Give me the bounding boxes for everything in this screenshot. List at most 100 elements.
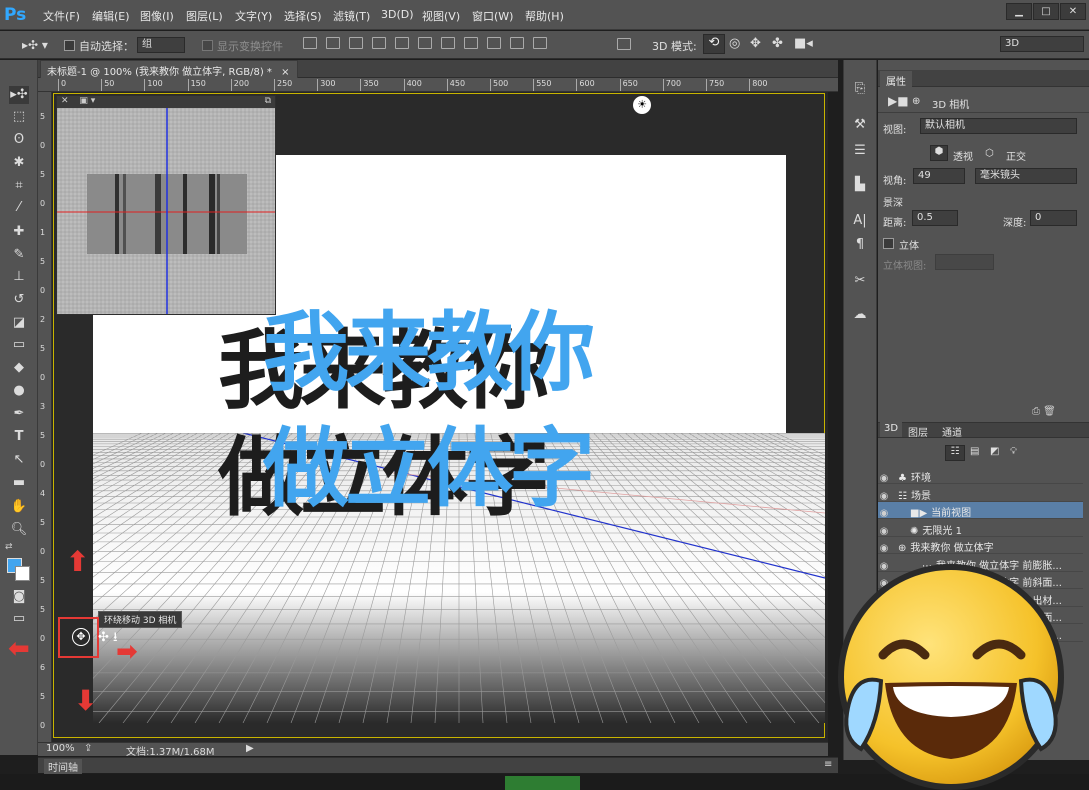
menu-filter[interactable]: 滤镜(T) [333,8,370,24]
stereo-view-dropdown[interactable] [935,254,994,270]
shape-tool-icon[interactable]: ▬ [9,474,29,492]
status-share-icon[interactable]: ⇪ [84,743,92,754]
menu-3d[interactable]: 3D(D) [381,8,414,21]
history-panel-icon[interactable]: ⎘ [850,80,870,98]
perspective-label[interactable]: 透视 [953,148,973,163]
lasso-tool-icon[interactable]: ʘ [9,131,29,149]
distribute-vcenter-icon[interactable] [464,37,478,49]
brush-tool-icon[interactable]: ✎ [9,246,29,264]
align-left-icon[interactable] [372,37,386,49]
distribute-left-icon[interactable] [510,37,524,49]
healing-brush-tool-icon[interactable]: ✚ [9,223,29,241]
timeline-menu-icon[interactable]: ≡ [824,759,832,770]
menu-file[interactable]: 文件(F) [43,8,80,24]
3d-text-line2[interactable]: 做立体字 [263,398,595,523]
eyedropper-tool-icon[interactable]: ⁄ [9,199,29,217]
whole-scene-filter-icon[interactable]: ☷ [945,445,965,461]
timeline-panel-bar[interactable]: 时间轴 ≡ [38,757,838,774]
character-panel-icon[interactable]: A| [850,212,870,230]
history-brush-tool-icon[interactable]: ↺ [9,291,29,309]
roll-3d-icon[interactable]: ◎ [729,36,740,51]
visibility-eye-icon[interactable]: ◉ [878,543,890,554]
hand-tool-icon[interactable]: ✋ [9,498,29,516]
dodge-tool-icon[interactable]: ● [9,382,29,400]
align-top-icon[interactable] [303,37,317,49]
visibility-eye-icon[interactable]: ◉ [878,491,890,502]
marquee-tool-icon[interactable]: ⬚ [9,108,29,126]
secondary-view-close-icon[interactable]: ✕ [61,96,69,106]
move-tool-icon[interactable]: ▸✣ [9,86,29,104]
magic-wand-tool-icon[interactable]: ✱ [9,154,29,172]
orthographic-icon[interactable]: ⬡ [985,148,994,159]
screen-mode-icon[interactable]: ▭ [9,610,29,628]
3d-text-line1[interactable]: 我来教你 [263,282,595,407]
menu-layer[interactable]: 图层(L) [186,8,223,24]
menu-type[interactable]: 文字(Y) [235,8,272,24]
lens-unit-dropdown[interactable]: 毫米镜头 [975,168,1077,184]
align-hcenter-icon[interactable] [395,37,409,49]
adjustments-icon[interactable]: ☰ [850,142,870,160]
type-tool-icon[interactable]: T [9,428,29,446]
menu-image[interactable]: 图像(I) [140,8,174,24]
maximize-button[interactable]: □ [1033,3,1059,20]
minimize-button[interactable]: ▁ [1006,3,1032,20]
menu-select[interactable]: 选择(S) [284,8,322,24]
distance-input[interactable]: 0.5 [912,210,958,226]
show-transform-checkbox[interactable] [202,40,213,51]
path-select-tool-icon[interactable]: ↖ [9,451,29,469]
distribute-bottom-icon[interactable] [487,37,501,49]
auto-select-checkbox[interactable] [64,40,75,51]
menu-window[interactable]: 窗口(W) [472,8,513,24]
document-tab-close-icon[interactable]: × [281,67,289,78]
pan-camera-icon[interactable]: ✣ ⭳ [98,628,118,650]
pen-tool-icon[interactable]: ✒ [9,405,29,423]
align-bottom-icon[interactable] [349,37,363,49]
slide-3d-icon[interactable]: ✤ [772,36,783,51]
orthographic-label[interactable]: 正交 [1006,148,1026,163]
orbit-camera-icon[interactable]: ✥ [72,628,90,646]
mesh-filter-icon[interactable]: ▤ [970,446,979,457]
light-filter-icon[interactable]: 💡︎ [1010,446,1017,457]
clone-stamp-tool-icon[interactable]: ⊥ [9,268,29,286]
blur-tool-icon[interactable]: ◆ [9,359,29,377]
distribute-hcenter-icon[interactable] [533,37,547,49]
view-dropdown[interactable]: 默认相机 [920,118,1077,134]
visibility-eye-icon[interactable]: ◉ [878,473,890,484]
visibility-eye-icon[interactable]: ◉ [878,508,890,519]
background-color-swatch[interactable] [15,566,30,581]
move-tool-preset-icon[interactable]: ▸✣ ▾ [22,38,48,52]
depth-input[interactable]: 0 [1030,210,1077,226]
perspective-icon[interactable]: ⬢ [930,145,948,161]
eraser-tool-icon[interactable]: ◪ [9,314,29,332]
close-window-button[interactable]: ✕ [1060,3,1086,20]
secondary-view-menu-icon[interactable]: ▣ ▾ [79,96,95,106]
properties-footer-icon[interactable]: ⎙ 🗑︎ [1032,406,1056,417]
scene-row[interactable]: ◉ ☷ 场景 [878,485,1083,502]
secondary-view-swap-icon[interactable]: ⧉ [265,96,271,106]
tool-presets-icon[interactable]: ⚒ [850,116,870,134]
scene-row[interactable]: ◉ ♣ 环境 [878,467,1083,484]
zoom-level[interactable]: 100% [46,743,75,754]
light-widget-icon[interactable]: ☀ [633,96,651,114]
pan-3d-icon[interactable]: ✥ [750,36,761,51]
properties-tab[interactable]: 属性 [880,71,912,88]
material-filter-icon[interactable]: ◩ [990,446,999,457]
menu-help[interactable]: 帮助(H) [525,8,564,24]
quick-mask-icon[interactable]: ◙ [9,588,29,606]
scale-3d-icon[interactable]: ■◂ [794,36,813,51]
fov-input[interactable]: 49 [913,168,965,184]
scene-row[interactable]: ◉ ⊕ 我来教你 做立体字 [878,537,1083,554]
timeline-tab[interactable]: 时间轴 [44,759,82,774]
menu-edit[interactable]: 编辑(E) [92,8,130,24]
tab-3d[interactable]: 3D [880,422,903,437]
zoom-tool-icon[interactable]: 🔍︎ [9,521,29,539]
visibility-eye-icon[interactable]: ◉ [878,526,890,537]
align-vcenter-icon[interactable] [326,37,340,49]
tab-channels[interactable]: 通道 [942,424,962,439]
scene-row[interactable]: ◉ ✺ 无限光 1 [878,520,1083,537]
workspace-dropdown[interactable]: 3D [1000,36,1084,52]
document-tab[interactable]: 未标题-1 @ 100% (我来教你 做立体字, RGB/8) * × [40,60,298,78]
auto-select-dropdown[interactable]: 组 [137,37,185,53]
gradient-tool-icon[interactable]: ▭ [9,336,29,354]
secondary-view-panel[interactable]: ✕ ▣ ▾ ⧉ [56,95,276,315]
